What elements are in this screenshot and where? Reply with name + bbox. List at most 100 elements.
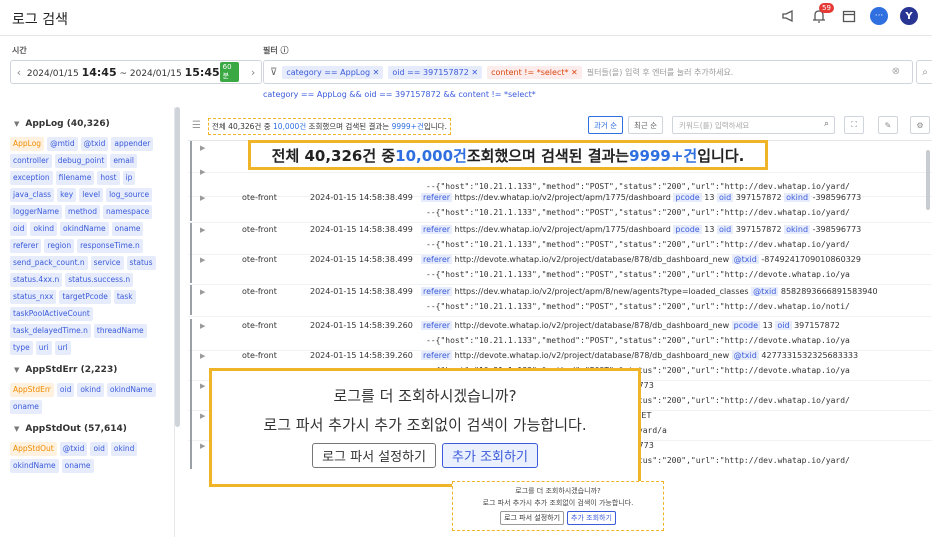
field-tag[interactable]: loggerName xyxy=(10,205,63,219)
field-tag[interactable]: region xyxy=(44,239,75,253)
search-icon[interactable]: ⌕ xyxy=(824,119,829,129)
field-tag[interactable]: status.4xx.n xyxy=(10,273,63,287)
field-tag[interactable]: status.success.n xyxy=(65,273,134,287)
result-summary: 전체 40,326건 중 10,000건 조회했으며 검색된 결과는 9999+… xyxy=(208,118,451,135)
field-tag[interactable]: targetPcode xyxy=(59,290,111,304)
field-tag[interactable]: ip xyxy=(122,171,136,185)
field-tag[interactable]: exception xyxy=(10,171,53,185)
field-tag[interactable]: log_source xyxy=(106,188,153,202)
row-level-bar xyxy=(190,349,192,379)
expand-row-icon[interactable]: ▶ xyxy=(200,168,205,176)
expand-row-icon[interactable]: ▶ xyxy=(200,256,205,264)
filter-chip-oid[interactable]: oid == 397157872 ✕ xyxy=(388,65,483,79)
field-tag[interactable]: AppStdOut xyxy=(10,442,57,456)
chat-icon[interactable]: ··· xyxy=(870,7,888,25)
field-tag[interactable]: key xyxy=(57,188,77,202)
field-tag[interactable]: oid xyxy=(10,222,28,236)
field-tag[interactable]: responseTime.n xyxy=(77,239,143,253)
field-tag[interactable]: @txid xyxy=(80,137,109,151)
field-tag[interactable]: okindName xyxy=(106,383,156,397)
chevron-right-icon[interactable]: › xyxy=(245,66,261,79)
chevron-left-icon[interactable]: ‹ xyxy=(11,66,27,79)
field-tag[interactable]: taskPoolActiveCount xyxy=(10,307,93,321)
filter-chip-content[interactable]: content != *select* ✕ xyxy=(487,65,582,79)
brush-icon[interactable]: ✎ xyxy=(878,116,898,134)
field-tag[interactable]: oname xyxy=(111,222,144,236)
expand-row-icon[interactable]: ▶ xyxy=(200,322,205,330)
field-tag[interactable]: oname xyxy=(10,400,42,414)
search-icon[interactable]: ⌕ xyxy=(916,60,932,84)
field-tag[interactable]: threadName xyxy=(93,324,147,338)
field-tag[interactable]: uri xyxy=(35,341,52,355)
expand-row-icon[interactable]: ▶ xyxy=(200,226,205,234)
field-tag[interactable]: referer xyxy=(10,239,42,253)
field-tag[interactable]: controller xyxy=(10,154,52,168)
bell-icon[interactable]: 59 xyxy=(810,3,834,25)
field-tag[interactable]: java_class xyxy=(10,188,55,202)
field-tag[interactable]: method xyxy=(65,205,100,219)
expand-row-icon[interactable]: ▶ xyxy=(200,194,205,202)
group-appstderr[interactable]: ▼ AppStdErr (2,223) xyxy=(14,365,164,375)
filter-input[interactable]: ⊽ category == AppLog ✕ oid == 397157872 … xyxy=(263,60,913,84)
expand-row-icon[interactable]: ▶ xyxy=(200,144,205,152)
field-tag[interactable]: okindName xyxy=(59,222,109,236)
field-tag[interactable]: AppLog xyxy=(10,137,45,151)
field-tag[interactable]: status xyxy=(126,256,156,270)
field-tag[interactable]: okind xyxy=(110,442,138,456)
field-tag[interactable]: okindName xyxy=(10,459,59,473)
log-scrollbar[interactable] xyxy=(926,150,930,210)
field-tag[interactable]: email xyxy=(110,154,137,168)
group-applog[interactable]: ▼ AppLog (40,326) xyxy=(14,119,164,129)
avatar[interactable]: Y xyxy=(900,7,918,25)
field-tag[interactable]: level xyxy=(79,188,104,202)
field-tag[interactable]: okind xyxy=(30,222,57,236)
field-tag[interactable]: appender xyxy=(111,137,154,151)
calendar-icon[interactable] xyxy=(840,7,858,25)
field-tag[interactable]: url xyxy=(54,341,71,355)
field-tag[interactable]: oname xyxy=(61,459,94,473)
sort-past-button[interactable]: 과거 순 xyxy=(588,116,624,134)
field-tag[interactable]: filename xyxy=(55,171,95,185)
field-tag[interactable]: service xyxy=(90,256,124,270)
megaphone-icon[interactable] xyxy=(780,7,798,25)
field-tag[interactable]: namespace xyxy=(103,205,153,219)
field-tag[interactable]: task xyxy=(113,290,136,304)
log-row[interactable]: ▶ ote-front 2024-01-15 14:58:38.499 referer… xyxy=(188,191,932,223)
gear-icon[interactable]: ⚙ xyxy=(910,116,930,134)
field-tag[interactable]: task_delayedTime.n xyxy=(10,324,91,338)
field-tag[interactable]: host xyxy=(97,171,120,185)
field-tag[interactable]: status_nxx xyxy=(10,290,57,304)
time-range-picker[interactable]: ‹ 2024/01/15 14:45 ~ 2024/01/15 15:45 60… xyxy=(10,60,262,84)
load-more-button[interactable]: 추가 조회하기 xyxy=(442,443,538,468)
list-icon[interactable]: ☰ xyxy=(192,120,201,131)
log-parser-settings-button[interactable]: 로그 파서 설정하기 xyxy=(500,511,565,525)
field-tag[interactable]: debug_point xyxy=(54,154,108,168)
field-tag[interactable]: okind xyxy=(77,383,104,397)
expand-icon[interactable]: ⛶ xyxy=(844,116,864,134)
sidebar-scrollbar[interactable] xyxy=(175,107,180,427)
keyword-input[interactable]: 키워드(를) 입력하세요 ⌕ xyxy=(672,116,835,134)
expand-row-icon[interactable]: ▶ xyxy=(200,288,205,296)
log-content: --{"host":"10.21.1.133","method":"POST",… xyxy=(426,302,850,311)
sort-recent-button[interactable]: 최근 순 xyxy=(628,116,664,134)
group-appstdout[interactable]: ▼ AppStdOut (57,614) xyxy=(14,424,164,434)
load-more-button[interactable]: 추가 조회하기 xyxy=(567,511,616,525)
expand-row-icon[interactable]: ▶ xyxy=(200,352,205,360)
field-tag[interactable]: type xyxy=(10,341,33,355)
log-row[interactable]: ▶ ote-front 2024-01-15 14:58:38.499 referer… xyxy=(188,223,932,255)
log-parser-settings-button[interactable]: 로그 파서 설정하기 xyxy=(312,443,437,468)
log-row[interactable]: ▶ ote-front 2024-01-15 14:58:38.499 referer… xyxy=(188,285,932,317)
log-row[interactable]: ▶ ote-front 2024-01-15 14:58:39.260 referer… xyxy=(188,319,932,351)
field-tag[interactable]: @mtid xyxy=(47,137,78,151)
field-tag[interactable]: @txid xyxy=(59,442,88,456)
field-tag[interactable]: AppStdErr xyxy=(10,383,54,397)
expand-row-icon[interactable]: ▶ xyxy=(200,382,205,390)
filter-chip-category[interactable]: category == AppLog ✕ xyxy=(282,65,384,79)
field-tag[interactable]: send_pack_count.n xyxy=(10,256,88,270)
log-row[interactable]: ▶ ote-front 2024-01-15 14:58:38.499 referer… xyxy=(188,253,932,285)
field-tag[interactable]: oid xyxy=(90,442,108,456)
field-tag[interactable]: oid xyxy=(56,383,75,397)
clear-icon[interactable]: ⊗ xyxy=(892,66,900,77)
expand-row-icon[interactable]: ▶ xyxy=(200,442,205,450)
expand-row-icon[interactable]: ▶ xyxy=(200,412,205,420)
